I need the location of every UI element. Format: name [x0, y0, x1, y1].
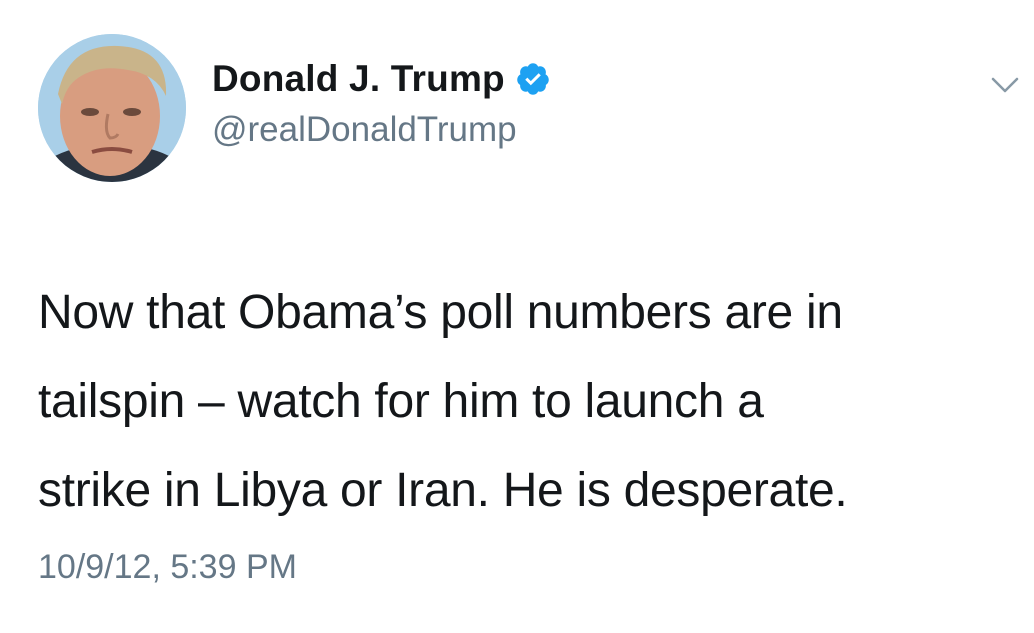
- avatar[interactable]: [38, 34, 186, 182]
- avatar-image: [38, 34, 186, 182]
- author-handle[interactable]: @realDonaldTrump: [212, 110, 517, 150]
- tweet-text-line: Now that Obama’s poll numbers are in: [38, 286, 843, 339]
- tweet-text-line: tailspin – watch for him to launch a: [38, 375, 764, 428]
- verified-badge-icon: [515, 61, 551, 97]
- display-name[interactable]: Donald J. Trump: [212, 58, 505, 100]
- tweet-text: Now that Obama’s poll numbers are in tai…: [38, 268, 1023, 535]
- tweet-timestamp[interactable]: 10/9/12, 5:39 PM: [38, 548, 297, 587]
- tweet-text-line: strike in Libya or Iran. He is desperate…: [38, 464, 848, 517]
- tweet-card: Donald J. Trump @realDonaldTrump Now tha…: [0, 0, 1034, 633]
- author-name-row[interactable]: Donald J. Trump: [212, 58, 551, 100]
- chevron-down-icon[interactable]: [990, 74, 1020, 96]
